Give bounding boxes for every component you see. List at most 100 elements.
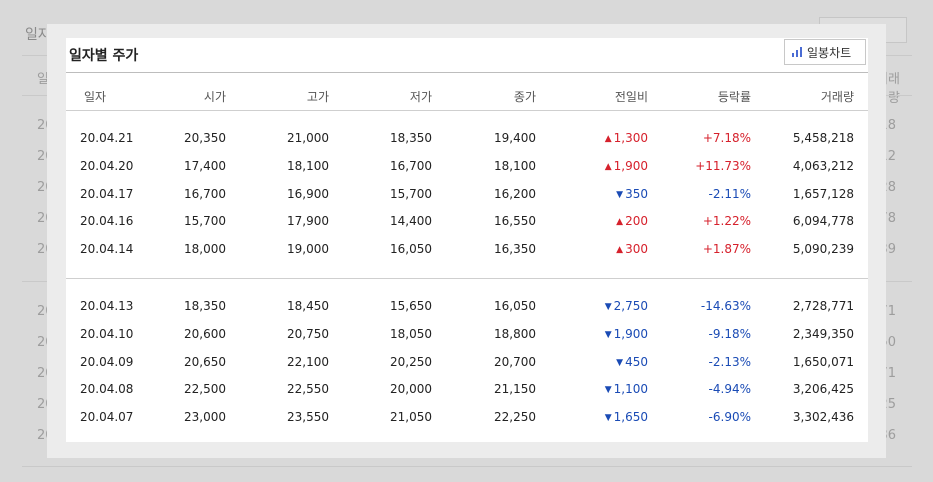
cell-open: 16,700 [184,186,226,201]
change-value: 1,100 [613,382,648,397]
column-header-rate: 등락률 [717,90,751,104]
cell-volume: 6,094,778 [792,214,854,229]
change-value: 200 [625,214,648,229]
cell-close: 18,800 [494,326,536,341]
cell-date: 20.04.09 [80,354,134,369]
cell-rate: -2.13% [708,354,751,369]
triangle-up-icon: ▲ [616,245,624,256]
table-header: 일자 시가 고가 저가 종가 전일비 등락률 거래량 [66,84,868,108]
cell-open: 18,350 [184,299,226,313]
daily-chart-button[interactable]: 일봉차트 [784,39,866,65]
cell-low: 20,000 [390,382,432,397]
cell-high: 20,750 [287,326,329,341]
cell-rate: -4.94% [708,382,751,397]
column-header-high: 고가 [306,90,329,104]
daily-price-modal: 일자별 주가 일봉차트 일자 시가 고가 저가 종가 전일비 등락률 거래량 2… [47,24,886,458]
cell-change: ▼ 1,100 [586,382,648,396]
column-header-low: 저가 [409,90,432,104]
cell-rate: -9.18% [708,326,751,341]
cell-date: 20.04.20 [80,158,134,173]
change-value: 350 [625,186,648,201]
cell-volume: 1,657,128 [792,186,854,201]
triangle-up-icon: ▲ [604,134,612,144]
cell-change: ▼ 2,750 [586,299,648,313]
column-header-change: 전일비 [614,90,648,104]
cell-change: ▼ 1,650 [586,410,648,424]
daily-chart-button-label: 일봉차트 [807,45,852,60]
cell-volume: 4,063,212 [792,158,854,173]
cell-volume: 5,458,218 [792,131,854,145]
cell-change: ▼ 350 [586,187,648,201]
cell-volume: 3,302,436 [792,410,854,425]
table-header-border [66,110,868,111]
cell-date: 20.04.08 [80,382,134,397]
cell-low: 16,700 [390,158,432,173]
table-row: 20.04.16 15,700 17,900 14,400 16,550 ▲ 200 +1.2… [66,214,868,234]
cell-low: 16,050 [390,242,432,257]
column-header-volume: 거래량 [820,90,854,104]
cell-low: 15,700 [390,186,432,201]
cell-rate: +1.22% [702,214,751,229]
triangle-down-icon: ▼ [604,329,612,340]
cell-close: 19,400 [494,131,536,145]
change-value: 300 [625,242,648,257]
cell-close: 16,050 [494,299,536,313]
cell-close: 18,100 [494,158,536,173]
cell-close: 16,200 [494,186,536,201]
cell-close: 20,700 [494,354,536,369]
triangle-down-icon: ▼ [604,385,612,396]
cell-volume: 5,090,239 [792,242,854,257]
cell-open: 22,500 [184,382,226,397]
cell-high: 18,450 [287,299,329,313]
table-row: 20.04.21 20,350 21,000 18,350 19,400 ▲ 1,300 +7… [66,131,868,151]
cell-close: 16,350 [494,242,536,257]
cell-date: 20.04.14 [80,242,134,257]
cell-volume: 1,650,071 [792,354,854,369]
cell-high: 21,000 [287,131,329,145]
table-row: 20.04.13 18,350 18,450 15,650 16,050 ▼ 2,750 -1… [66,299,868,319]
table-group-divider [66,278,868,279]
cell-close: 16,550 [494,214,536,229]
cell-low: 15,650 [390,299,432,313]
cell-date: 20.04.13 [80,299,134,313]
cell-change: ▲ 200 [586,214,648,228]
table-row: 20.04.08 22,500 22,550 20,000 21,150 ▼ 1,100 -4… [66,382,868,402]
cell-change: ▲ 300 [586,242,648,256]
cell-high: 22,550 [287,382,329,397]
cell-high: 16,900 [287,186,329,201]
cell-low: 14,400 [390,214,432,229]
column-header-open: 시가 [203,90,226,104]
cell-high: 18,100 [287,158,329,173]
cell-open: 15,700 [184,214,226,229]
triangle-up-icon: ▲ [604,161,612,172]
cell-open: 23,000 [184,410,226,425]
cell-change: ▼ 450 [586,355,648,369]
cell-date: 20.04.16 [80,214,134,229]
cell-change: ▲ 1,300 [586,131,648,145]
triangle-down-icon: ▼ [604,413,612,424]
cell-date: 20.04.21 [80,131,134,145]
cell-high: 19,000 [287,242,329,257]
cell-change: ▼ 1,900 [586,327,648,341]
cell-rate: -2.11% [708,186,751,201]
change-value: 1,900 [613,158,648,173]
cell-change: ▲ 1,900 [586,159,648,173]
cell-low: 20,250 [390,354,432,369]
cell-date: 20.04.07 [80,410,134,425]
cell-date: 20.04.10 [80,326,134,341]
table-row: 20.04.09 20,650 22,100 20,250 20,700 ▼ 450 -2.1… [66,355,868,375]
table-row: 20.04.10 20,600 20,750 18,050 18,800 ▼ 1,900 -9… [66,327,868,347]
triangle-down-icon: ▼ [616,189,624,200]
cell-rate: +7.18% [702,131,751,145]
cell-high: 22,100 [287,354,329,369]
table-top-border [66,72,868,73]
cell-low: 21,050 [390,410,432,425]
cell-open: 18,000 [184,242,226,257]
daily-price-panel: 일자별 주가 일봉차트 일자 시가 고가 저가 종가 전일비 등락률 거래량 2… [66,38,868,442]
triangle-down-icon: ▼ [604,302,612,312]
cell-rate: -14.63% [700,299,751,313]
table-row: 20.04.14 18,000 19,000 16,050 16,350 ▲ 300 +1.8… [66,242,868,262]
cell-close: 21,150 [494,382,536,397]
cell-close: 22,250 [494,410,536,425]
change-value: 2,750 [613,299,648,313]
